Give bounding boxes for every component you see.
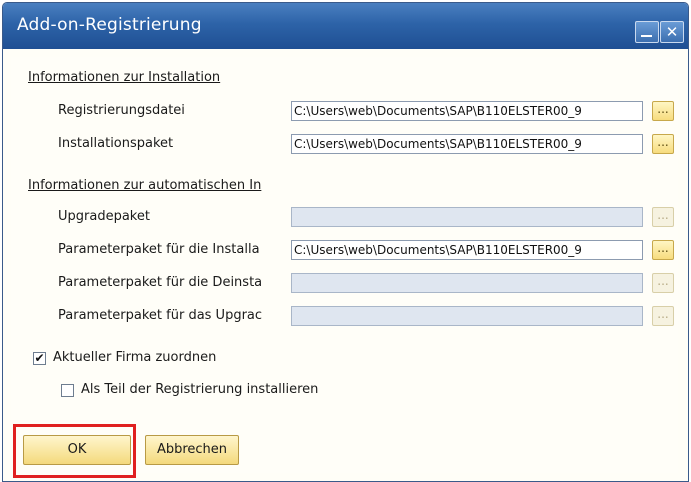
upgrade-parameter-package-browse-button[interactable]: ... bbox=[652, 306, 674, 326]
registration-file-field[interactable]: C:\Users\web\Documents\SAP\B110ELSTER00_… bbox=[291, 101, 643, 121]
registration-file-label: Registrierungsdatei bbox=[58, 103, 185, 118]
install-as-part-label: Als Teil der Registrierung installieren bbox=[81, 382, 319, 397]
install-parameter-package-label: Parameterpaket für die Installa bbox=[58, 242, 260, 257]
upgrade-parameter-package-label: Parameterpaket für das Upgrac bbox=[58, 308, 263, 323]
upgrade-package-field[interactable] bbox=[291, 207, 643, 227]
close-button[interactable]: ✕ bbox=[660, 21, 684, 43]
assign-company-label: Aktueller Firma zuordnen bbox=[53, 350, 217, 365]
installation-info-heading: Informationen zur Installation bbox=[28, 70, 221, 85]
uninstall-parameter-package-browse-button[interactable]: ... bbox=[652, 273, 674, 293]
uninstall-parameter-package-label: Parameterpaket für die Deinsta bbox=[58, 275, 263, 290]
assign-company-checkbox[interactable]: ✔ bbox=[33, 352, 46, 365]
minimize-icon bbox=[641, 35, 652, 37]
registration-file-browse-button[interactable]: ... bbox=[652, 101, 674, 121]
title-bar: Add-on-Registrierung ✕ bbox=[3, 3, 688, 49]
close-icon: ✕ bbox=[665, 23, 679, 41]
window-title: Add-on-Registrierung bbox=[17, 15, 202, 35]
installation-package-field[interactable]: C:\Users\web\Documents\SAP\B110ELSTER00_… bbox=[291, 134, 643, 154]
automatic-info-heading: Informationen zur automatischen In bbox=[28, 178, 262, 193]
install-parameter-package-browse-button[interactable]: ... bbox=[652, 240, 674, 260]
add-on-registration-dialog: Add-on-Registrierung ✕ Informationen zur… bbox=[2, 2, 689, 482]
minimize-button[interactable] bbox=[635, 21, 659, 43]
install-as-part-checkbox[interactable] bbox=[61, 384, 74, 397]
upgrade-parameter-package-field[interactable] bbox=[291, 306, 643, 326]
cancel-button[interactable]: Abbrechen bbox=[145, 435, 239, 465]
install-parameter-package-field[interactable]: C:\Users\web\Documents\SAP\B110ELSTER00_… bbox=[291, 240, 643, 260]
ok-button-highlight-frame bbox=[13, 424, 136, 478]
installation-package-label: Installationspaket bbox=[58, 136, 174, 151]
upgrade-package-label: Upgradepaket bbox=[58, 209, 150, 224]
uninstall-parameter-package-field[interactable] bbox=[291, 273, 643, 293]
dialog-body: Informationen zur Installation Registrie… bbox=[11, 57, 678, 473]
installation-package-browse-button[interactable]: ... bbox=[652, 134, 674, 154]
upgrade-package-browse-button[interactable]: ... bbox=[652, 207, 674, 227]
